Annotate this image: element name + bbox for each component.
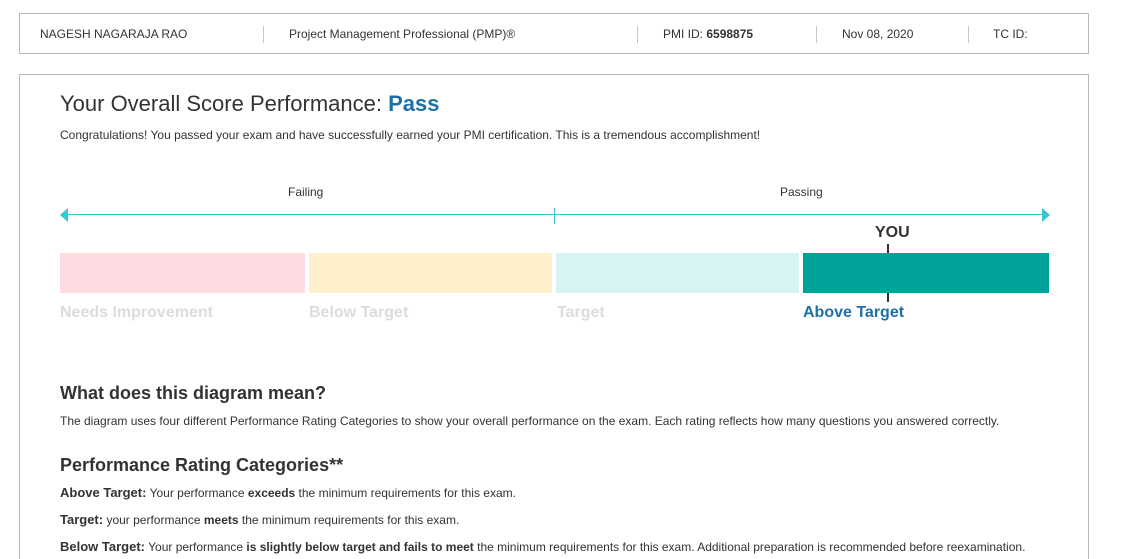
category-desc-bold: meets — [203, 513, 239, 527]
pmi-id-label: PMI ID: — [663, 26, 704, 41]
exam-date: Nov 08, 2020 — [842, 26, 914, 41]
category-desc-pre: Your performance — [149, 486, 248, 500]
diagram-meaning-text: The diagram uses four different Performa… — [60, 414, 1000, 428]
title-prefix: Your Overall Score Performance: — [60, 91, 382, 116]
page-title: Your Overall Score Performance: Pass — [60, 91, 440, 117]
pass-threshold-tick — [554, 208, 555, 224]
category-name: Below Target: — [60, 539, 145, 554]
diagram-meaning-heading: What does this diagram mean? — [60, 383, 327, 403]
result-badge: Pass — [388, 91, 440, 116]
pmi-id: PMI ID: 6598875 — [663, 14, 753, 53]
category-desc-bold: exceeds — [247, 486, 296, 500]
header-divider — [816, 26, 817, 43]
band-label-below-target: Below Target — [309, 304, 409, 321]
band-label-needs-improvement: Needs Improvement — [60, 304, 213, 321]
category-name: Above Target: — [60, 485, 147, 500]
category-above-target: Above Target: Your performance exceeds t… — [60, 485, 516, 500]
band-above-target — [803, 253, 1049, 293]
certification-name: Project Management Professional (PMP)® — [289, 26, 516, 41]
header-divider — [263, 26, 264, 43]
header-divider — [637, 26, 638, 43]
arrow-left-icon — [60, 208, 68, 222]
category-desc-post: the minimum requirements for this exam. … — [473, 540, 1026, 554]
score-report-card: Your Overall Score Performance: Pass Con… — [19, 74, 1089, 559]
categories-heading: Performance Rating Categories** — [60, 455, 344, 475]
tc-id-label: TC ID: — [993, 26, 1028, 41]
pmi-id-value: 6598875 — [706, 26, 754, 41]
category-desc-post: the minimum requirements for this exam. — [295, 486, 516, 500]
category-desc-bold: is slightly below target and fails to me… — [246, 540, 474, 554]
band-label-above-target: Above Target — [803, 304, 905, 321]
you-marker-bottom — [887, 293, 889, 302]
category-desc-pre: Your performance — [148, 540, 247, 554]
band-target — [556, 253, 799, 293]
candidate-info-bar: NAGESH NAGARAJA RAO Project Management P… — [19, 13, 1089, 54]
axis-line — [66, 214, 1044, 215]
candidate-name: NAGESH NAGARAJA RAO — [40, 26, 188, 41]
category-desc-pre: your performance — [106, 513, 204, 527]
pass-fail-axis — [60, 208, 1050, 224]
band-label-target: Target — [557, 304, 605, 321]
you-marker-top — [887, 244, 889, 253]
congrats-message: Congratulations! You passed your exam an… — [60, 128, 761, 142]
category-desc-post: the minimum requirements for this exam. — [238, 513, 460, 527]
band-needs-improvement — [60, 253, 305, 293]
category-target: Target: your performance meets the minim… — [60, 512, 459, 527]
passing-label: Passing — [780, 185, 823, 199]
band-below-target — [309, 253, 552, 293]
failing-label: Failing — [288, 185, 324, 199]
arrow-right-icon — [1042, 208, 1050, 222]
category-below-target: Below Target: Your performance is slight… — [60, 539, 1025, 554]
header-divider — [968, 26, 969, 43]
you-label: YOU — [875, 224, 910, 241]
category-name: Target: — [60, 512, 104, 527]
